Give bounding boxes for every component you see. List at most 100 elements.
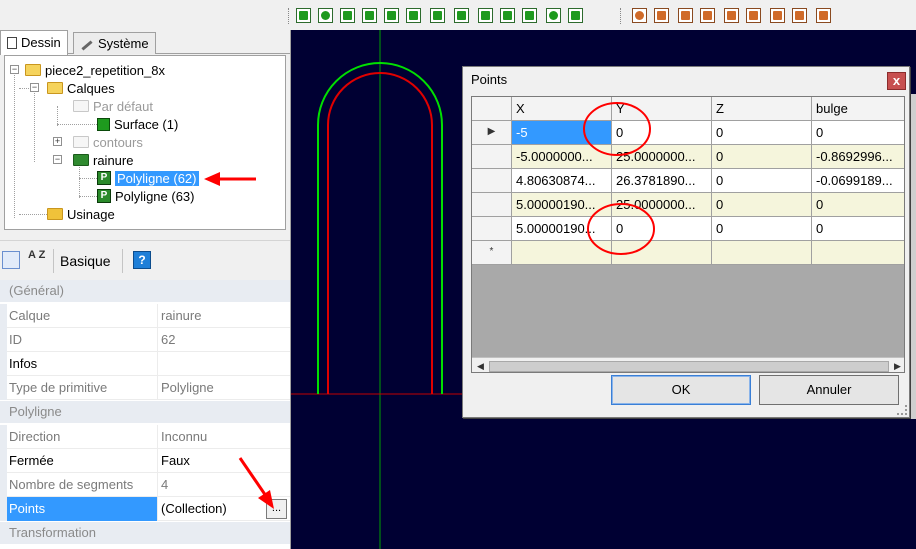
cell-bulge[interactable]: -0.8692996...: [812, 145, 904, 169]
alphabetical-sort-icon[interactable]: A Z: [28, 250, 46, 269]
category-polyligne[interactable]: Polyligne: [0, 401, 290, 423]
row-header[interactable]: [472, 193, 512, 217]
expand-toggle[interactable]: +: [53, 137, 62, 146]
cell-x[interactable]: 5.00000190...: [512, 193, 612, 217]
cell-x[interactable]: -5.0000000...: [512, 145, 612, 169]
text-tool-icon[interactable]: [384, 8, 399, 23]
tree-node-calques[interactable]: Calques: [47, 79, 115, 97]
cell-z[interactable]: 0: [712, 145, 812, 169]
cell-y[interactable]: [612, 241, 712, 265]
tree-node-surface[interactable]: Surface (1): [97, 115, 178, 133]
categorized-icon[interactable]: [2, 251, 20, 269]
cell-y[interactable]: 25.0000000...: [612, 193, 712, 217]
cell-bulge[interactable]: 0: [812, 193, 904, 217]
wave-tool-icon[interactable]: [478, 8, 493, 23]
toolbar-separator: [53, 249, 54, 273]
row-header[interactable]: [472, 217, 512, 241]
cell-z[interactable]: 0: [712, 169, 812, 193]
arc-tool-icon[interactable]: [406, 8, 421, 23]
help-icon[interactable]: ?: [133, 251, 151, 269]
cell-y[interactable]: 0: [612, 217, 712, 241]
new-row-marker-icon[interactable]: *: [472, 241, 512, 265]
cell-x[interactable]: -5: [512, 121, 612, 145]
tree-node-root[interactable]: piece2_repetition_8x: [25, 61, 165, 79]
collapse-toggle[interactable]: −: [53, 155, 62, 164]
column-header-y[interactable]: Y: [612, 97, 712, 121]
grid-header: X Y Z bulge: [472, 97, 904, 121]
cell-z[interactable]: [712, 241, 812, 265]
cell-bulge[interactable]: [812, 241, 904, 265]
toolpath-tool-icon[interactable]: [792, 8, 807, 23]
prop-direction[interactable]: Direction Inconnu: [0, 425, 290, 449]
prop-type[interactable]: Type de primitive Polyligne: [0, 376, 290, 400]
groove-tool-icon[interactable]: [746, 8, 761, 23]
category-transformation[interactable]: Transformation: [0, 522, 290, 544]
cell-bulge[interactable]: -0.0699189...: [812, 169, 904, 193]
grid-horizontal-scrollbar[interactable]: ◀ ▶: [472, 357, 904, 372]
scroll-left-icon[interactable]: ◀: [473, 359, 488, 372]
pocket-tool-icon[interactable]: [654, 8, 669, 23]
simulation-tool-icon[interactable]: [816, 8, 831, 23]
pattern-tool-icon[interactable]: [522, 8, 537, 23]
tree-node-polyligne-62[interactable]: P Polyligne (62): [97, 169, 200, 187]
tree-node-contours[interactable]: contours: [73, 133, 143, 151]
tree-node-usinage[interactable]: Usinage: [47, 205, 115, 223]
cell-y[interactable]: 26.3781890...: [612, 169, 712, 193]
category-general[interactable]: (Général): [0, 280, 290, 302]
cut-tool-icon[interactable]: [724, 8, 739, 23]
prop-fermee[interactable]: Fermée Faux: [0, 449, 290, 473]
milling-tool-icon[interactable]: [770, 8, 785, 23]
scroll-thumb[interactable]: [489, 361, 889, 372]
cell-y[interactable]: 0: [612, 121, 712, 145]
row-header[interactable]: [472, 169, 512, 193]
tree-node-polyligne-63[interactable]: P Polyligne (63): [97, 187, 195, 205]
prop-infos[interactable]: Infos: [0, 352, 290, 376]
points-grid: X Y Z bulge ▶ -5 0 0 0 -5.0000000... 25.…: [471, 96, 905, 373]
column-header-bulge[interactable]: bulge: [812, 97, 904, 121]
polyline-tool-icon[interactable]: [296, 8, 311, 23]
resize-grip-icon[interactable]: [897, 405, 907, 415]
cell-bulge[interactable]: 0: [812, 121, 904, 145]
engrave-tool-icon[interactable]: [700, 8, 715, 23]
layout-tool-icon[interactable]: [568, 8, 583, 23]
cell-y[interactable]: 25.0000000...: [612, 145, 712, 169]
current-row-marker-icon[interactable]: ▶: [472, 121, 512, 145]
prop-segments[interactable]: Nombre de segments 4: [0, 473, 290, 497]
cell-z[interactable]: 0: [712, 217, 812, 241]
cancel-button[interactable]: Annuler: [759, 375, 899, 405]
cell-x[interactable]: [512, 241, 612, 265]
offset-tool-icon[interactable]: [546, 8, 561, 23]
tab-systeme[interactable]: Système: [73, 32, 156, 54]
prop-calque[interactable]: Calque rainure: [0, 304, 290, 328]
surface-tool-icon[interactable]: [454, 8, 469, 23]
cell-x[interactable]: 5.00000190...: [512, 217, 612, 241]
column-header-x[interactable]: X: [512, 97, 612, 121]
row-header[interactable]: [472, 145, 512, 169]
prop-id[interactable]: ID 62: [0, 328, 290, 352]
tree-node-rainure[interactable]: rainure: [73, 151, 133, 169]
dialog-title[interactable]: Points: [463, 67, 909, 93]
collapse-toggle[interactable]: −: [10, 65, 19, 74]
scroll-right-icon[interactable]: ▶: [890, 359, 904, 372]
contour-tool-icon[interactable]: [678, 8, 693, 23]
rectangle-tool-icon[interactable]: [362, 8, 377, 23]
collapse-toggle[interactable]: −: [30, 83, 39, 92]
tree-node-par-defaut[interactable]: Par défaut: [73, 97, 153, 115]
cell-z[interactable]: 0: [712, 121, 812, 145]
column-header-z[interactable]: Z: [712, 97, 812, 121]
circle-tool-icon[interactable]: [318, 8, 333, 23]
cell-bulge[interactable]: 0: [812, 217, 904, 241]
cell-z[interactable]: 0: [712, 193, 812, 217]
hatch-tool-icon[interactable]: [500, 8, 515, 23]
shape-tool-icon[interactable]: [430, 8, 445, 23]
points-tool-icon[interactable]: [340, 8, 355, 23]
cell-x[interactable]: 4.80630874...: [512, 169, 612, 193]
basique-label[interactable]: Basique: [60, 253, 111, 269]
drill-tool-icon[interactable]: [632, 8, 647, 23]
prop-points[interactable]: Points (Collection) ...: [0, 497, 290, 521]
close-icon[interactable]: x: [887, 72, 906, 90]
toolbar-separator: [122, 249, 123, 273]
ok-button[interactable]: OK: [611, 375, 751, 405]
tab-dessin[interactable]: Dessin: [0, 30, 68, 55]
points-edit-button[interactable]: ...: [266, 499, 287, 519]
